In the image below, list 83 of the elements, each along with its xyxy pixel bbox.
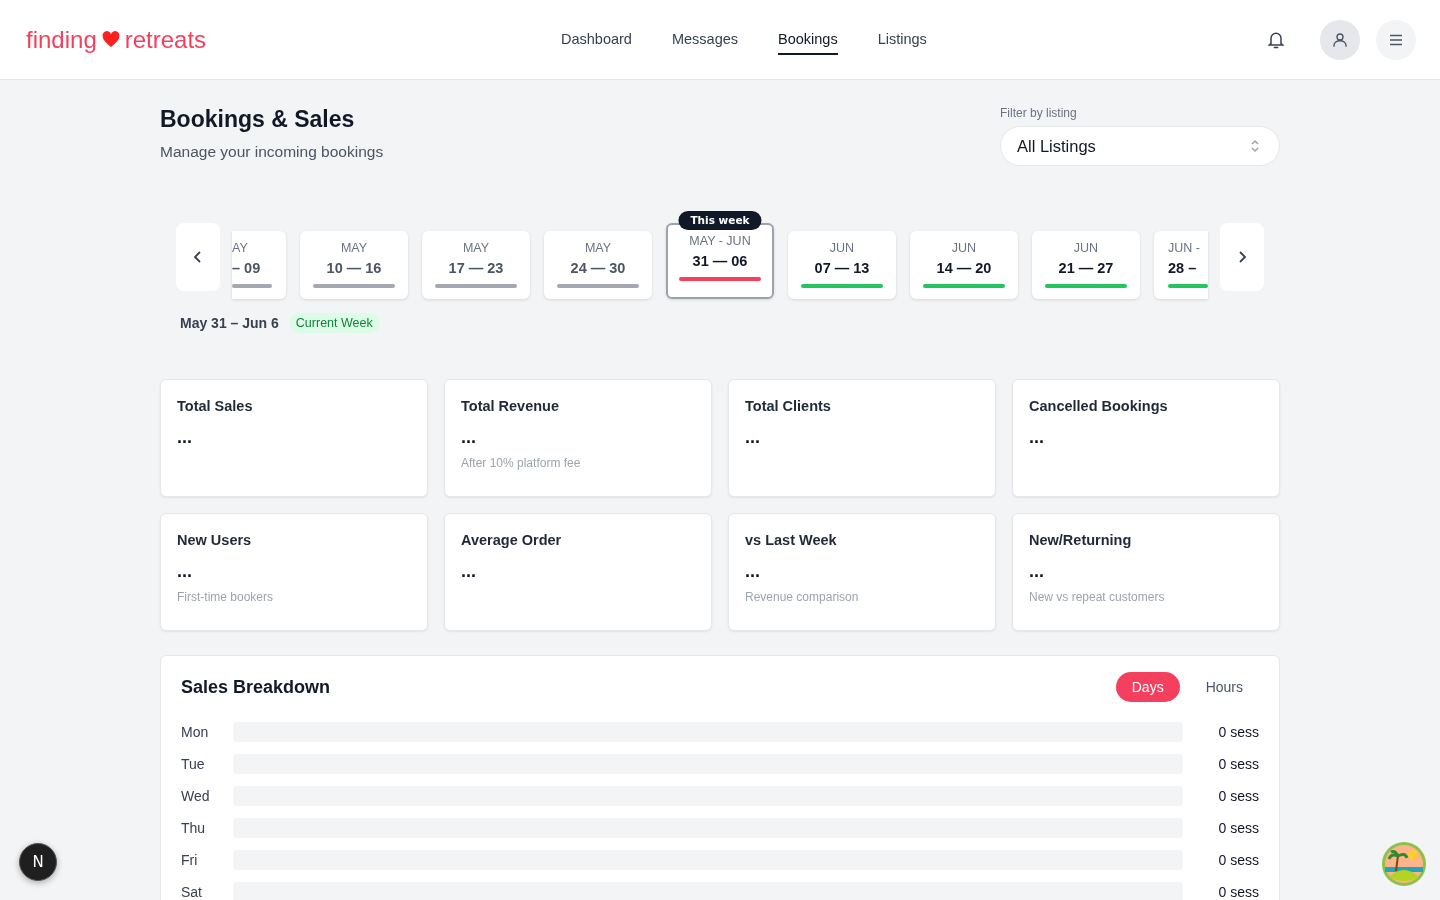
session-count: 0 sess [1217, 788, 1259, 804]
session-count: 0 sess [1217, 756, 1259, 772]
week-month: JUN [829, 241, 855, 255]
nav-link[interactable]: Bookings [778, 24, 838, 55]
toggle-tab[interactable]: Days [1115, 672, 1180, 702]
week-card[interactable]: JUN 07 — 13 [788, 231, 896, 299]
week-days: 10 — 16 [326, 260, 382, 276]
week-days: 24 — 30 [570, 260, 626, 276]
stat-note: First-time bookers [177, 590, 275, 604]
day-label: Sat [181, 884, 203, 900]
date-range: May 31 – Jun 6 [180, 315, 279, 331]
stat-title: Total Sales [177, 398, 254, 414]
chevron-right-icon [1237, 250, 1247, 264]
stat-value: ... [745, 562, 761, 580]
page-title: Bookings & Sales [160, 106, 356, 133]
session-count: 0 sess [1217, 852, 1259, 868]
week-card[interactable]: JUN 21 — 27 [1032, 231, 1140, 299]
stat-title: Cancelled Bookings [1029, 398, 1169, 414]
stat-value: ... [177, 562, 193, 580]
week-days: 14 — 20 [936, 260, 992, 276]
heart-icon [101, 31, 120, 48]
stat-title: vs Last Week [745, 532, 838, 548]
week-month: MAY - JUN [689, 234, 751, 248]
week-card[interactable]: AY – 09 [232, 231, 286, 299]
week-card[interactable]: MAY 24 — 30 [544, 231, 652, 299]
week-days: 31 — 06 [692, 253, 748, 269]
stat-value: ... [1029, 562, 1045, 580]
day-label: Mon [181, 724, 210, 740]
stat-note: After 10% platform fee [461, 456, 582, 470]
stat-title: Total Clients [745, 398, 832, 414]
week-month: JUN - [1168, 241, 1200, 255]
stat-value: ... [745, 428, 761, 446]
stat-title: Total Revenue [461, 398, 561, 414]
stat-value: ... [461, 428, 477, 446]
week-days: 07 — 13 [814, 260, 870, 276]
stat-title: New/Returning [1029, 532, 1133, 548]
week-days: – 09 [232, 260, 261, 276]
filter-label: Filter by listing [1000, 106, 1078, 120]
user-icon [1331, 30, 1349, 49]
week-month: MAY [584, 241, 612, 255]
stat-note: New vs repeat customers [1029, 590, 1166, 604]
menu-button[interactable] [1376, 19, 1416, 60]
week-card[interactable]: MAY 17 — 23 [422, 231, 530, 299]
current-week-tag: Current Week [288, 313, 380, 333]
stat-value: ... [1029, 428, 1045, 446]
nav-link[interactable]: Listings [877, 24, 927, 55]
week-month: JUN [1073, 241, 1099, 255]
stat-value: ... [461, 562, 477, 580]
week-month: MAY [340, 241, 368, 255]
brand-logo[interactable]: finding retreats [26, 25, 207, 54]
dev-tools-button[interactable]: N [19, 843, 57, 881]
week-card[interactable]: MAY 10 — 16 [300, 231, 408, 299]
week-month: MAY [462, 241, 490, 255]
week-month: AY [232, 241, 248, 255]
day-label: Tue [181, 756, 206, 772]
session-count: 0 sess [1217, 820, 1259, 836]
chevron-updown-icon [1249, 139, 1261, 153]
listing-select[interactable]: All Listings [1000, 126, 1280, 166]
week-card[interactable]: JUN 14 — 20 [910, 231, 1018, 299]
nav-link[interactable]: Messages [671, 24, 739, 55]
section-title: Sales Breakdown [181, 676, 331, 698]
nav-link[interactable]: Dashboard [561, 24, 632, 55]
week-days: 28 – [1168, 260, 1197, 276]
day-label: Wed [181, 788, 211, 804]
week-days: 21 — 27 [1058, 260, 1114, 276]
week-days: 17 — 23 [448, 260, 504, 276]
page-subtitle: Manage your incoming bookings [160, 143, 384, 161]
week-month: JUN [951, 241, 977, 255]
stat-note: Revenue comparison [745, 590, 860, 604]
day-label: Fri [181, 852, 199, 868]
this-week-badge: This week [678, 211, 762, 230]
toggle-tab[interactable]: Hours [1189, 672, 1259, 702]
week-card[interactable]: JUN - 28 – [1154, 231, 1208, 299]
stat-value: ... [177, 428, 193, 446]
day-label: Thu [181, 820, 207, 836]
session-count: 0 sess [1217, 884, 1259, 900]
stat-title: Average Order [461, 532, 563, 548]
stat-title: New Users [177, 532, 253, 548]
chevron-left-icon [193, 250, 203, 264]
profile-button[interactable] [1320, 19, 1360, 60]
session-count: 0 sess [1217, 724, 1259, 740]
island-avatar-icon[interactable] [1381, 841, 1427, 887]
week-card[interactable]: MAY - JUN 31 — 06 [666, 223, 774, 299]
